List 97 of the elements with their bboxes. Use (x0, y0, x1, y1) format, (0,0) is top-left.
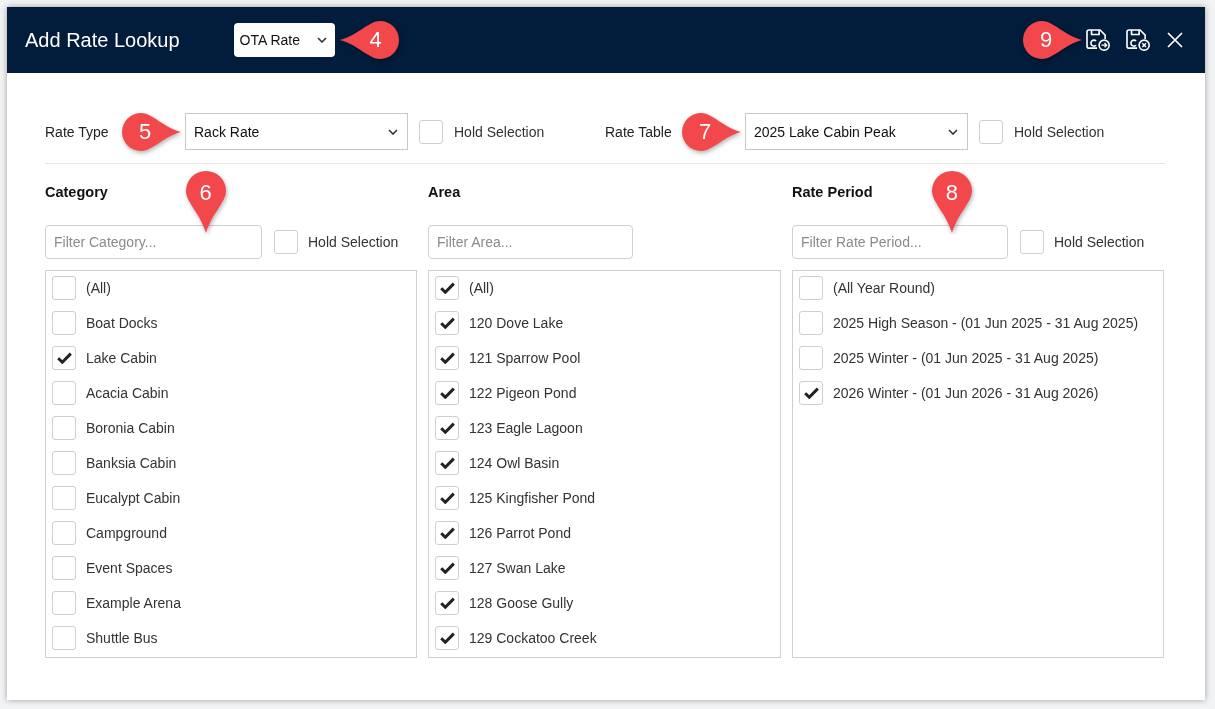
rate-source-dropdown[interactable]: OTA Rate (233, 23, 335, 57)
checkbox[interactable] (52, 486, 76, 510)
checkbox[interactable] (435, 276, 459, 300)
filter-field[interactable]: Filter Rate Period... (792, 225, 1008, 259)
check-icon (439, 352, 455, 364)
checkbox[interactable] (435, 451, 459, 475)
list-item-label: (All) (86, 280, 111, 296)
checkbox[interactable] (52, 521, 76, 545)
list-item-label: Eucalypt Cabin (86, 490, 181, 506)
check-icon (439, 527, 455, 539)
list-item-label: 2025 Winter - (01 Jun 2025 - 31 Aug 2025) (833, 350, 1099, 366)
check-icon (439, 597, 455, 609)
check-icon (439, 387, 455, 399)
check-icon (439, 282, 455, 294)
checkbox[interactable] (435, 311, 459, 335)
checkbox[interactable] (52, 311, 76, 335)
checkbox[interactable] (1020, 230, 1044, 254)
check-icon (56, 352, 72, 364)
list-item-label: Shuttle Bus (86, 630, 158, 646)
list-item-label: Boat Docks (86, 315, 158, 331)
check-icon (439, 422, 455, 434)
dropdown[interactable]: Rack Rate (185, 113, 408, 150)
checkbox[interactable] (435, 346, 459, 370)
disk-x-icon[interactable] (1126, 28, 1151, 52)
checkbox[interactable] (52, 591, 76, 615)
check-icon (803, 387, 819, 399)
checkbox[interactable] (979, 119, 1003, 144)
close-icon[interactable] (1167, 32, 1183, 48)
chevron-icon (948, 128, 958, 135)
list-item-label: 122 Pigeon Pond (469, 385, 577, 401)
check-icon (439, 317, 455, 329)
list-item-label: 126 Parrot Pond (469, 525, 571, 541)
callout-marker: 8 (931, 171, 972, 233)
list-item-label: Event Spaces (86, 560, 173, 576)
field-label: Rate Table (605, 123, 672, 140)
column-heading: Category (45, 184, 108, 201)
checkbox[interactable] (274, 230, 298, 254)
column-heading: Area (428, 184, 461, 201)
dropdown[interactable]: 2025 Lake Cabin Peak (745, 113, 968, 150)
checkbox-label: Hold Selection (1054, 234, 1145, 250)
checkbox[interactable] (419, 119, 443, 144)
checkbox[interactable] (52, 276, 76, 300)
checkbox[interactable] (52, 556, 76, 580)
checkbox[interactable] (435, 486, 459, 510)
checkbox[interactable] (52, 346, 76, 370)
check-icon (439, 562, 455, 574)
list-item-label: 129 Cockatoo Creek (469, 630, 597, 646)
list-item-label: 128 Goose Gully (469, 595, 574, 611)
list-item-label: Lake Cabin (86, 350, 157, 366)
checkbox-label: Hold Selection (1014, 123, 1105, 140)
list-item-label: 123 Eagle Lagoon (469, 420, 583, 436)
filter-field[interactable]: Filter Area... (428, 225, 633, 259)
list-item-label: 2026 Winter - (01 Jun 2026 - 31 Aug 2026) (833, 385, 1099, 401)
list-item-label: Boronia Cabin (86, 420, 175, 436)
list-item-label: Acacia Cabin (86, 385, 169, 401)
callout-marker: 5 (121, 112, 181, 151)
checkbox[interactable] (52, 416, 76, 440)
disk-arrow-icon[interactable] (1086, 28, 1111, 52)
checkbox[interactable] (799, 381, 823, 405)
list-item-label: Banksia Cabin (86, 455, 177, 471)
callout-marker: 9 (1022, 21, 1082, 59)
list-item-label: Example Arena (86, 595, 181, 611)
checkbox-label: Hold Selection (308, 234, 399, 250)
checkbox[interactable] (435, 626, 459, 650)
checkbox[interactable] (435, 591, 459, 615)
callout-marker: 6 (185, 171, 226, 233)
dialog-title: Add Rate Lookup (25, 28, 180, 52)
checkbox[interactable] (52, 451, 76, 475)
chevron-icon (316, 37, 327, 43)
list-item-label: 2025 High Season - (01 Jun 2025 - 31 Aug 2025) (833, 315, 1139, 331)
check-icon (439, 492, 455, 504)
checkbox-label: Hold Selection (454, 123, 545, 140)
chevron-icon (388, 128, 398, 135)
list-item-label: (All Year Round) (833, 280, 935, 296)
list-item-label: (All) (469, 280, 494, 296)
list-item-label: Campground (86, 525, 167, 541)
checkbox[interactable] (799, 346, 823, 370)
list-item-label: 127 Swan Lake (469, 560, 566, 576)
filter-field[interactable]: Filter Category... (45, 225, 262, 259)
check-icon (439, 457, 455, 469)
checkbox[interactable] (799, 276, 823, 300)
list-item-label: 121 Sparrow Pool (469, 350, 581, 366)
checkbox[interactable] (52, 626, 76, 650)
check-icon (439, 632, 455, 644)
checkbox[interactable] (435, 416, 459, 440)
checkbox[interactable] (435, 381, 459, 405)
callout-marker: 4 (339, 21, 400, 59)
checkbox[interactable] (435, 521, 459, 545)
checkbox[interactable] (52, 381, 76, 405)
checkbox[interactable] (799, 311, 823, 335)
list-item-label: 125 Kingfisher Pond (469, 490, 596, 506)
list-item-label: 124 Owl Basin (469, 455, 560, 471)
field-label: Rate Type (45, 123, 109, 140)
callout-marker: 7 (681, 112, 741, 151)
list-item-label: 120 Dove Lake (469, 315, 564, 331)
checkbox[interactable] (435, 556, 459, 580)
column-heading: Rate Period (792, 184, 873, 201)
